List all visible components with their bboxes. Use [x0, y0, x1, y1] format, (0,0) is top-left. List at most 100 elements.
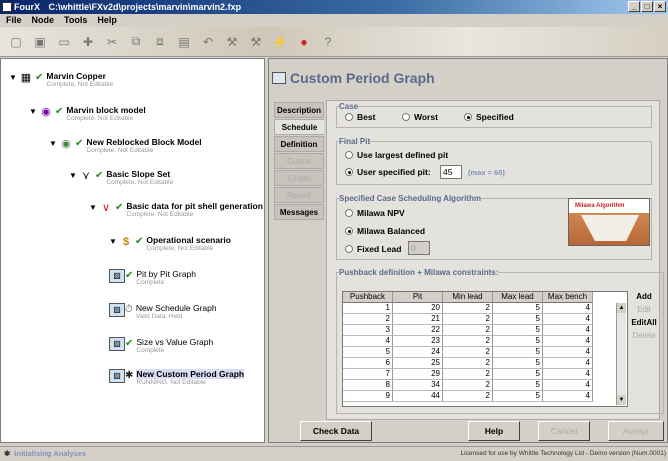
table-cell[interactable]: 5	[493, 314, 543, 325]
table-cell[interactable]: 4	[543, 325, 593, 336]
table-cell[interactable]: 2	[443, 336, 493, 347]
table-cell[interactable]: 4	[543, 391, 593, 402]
milawa-balanced-radio[interactable]: Milawa Balanced	[345, 226, 425, 236]
cut-icon[interactable]: ✂	[104, 34, 120, 50]
table-cell[interactable]: 34	[393, 380, 443, 391]
expand-icon[interactable]: ▼	[69, 171, 79, 180]
table-cell[interactable]: 2	[443, 303, 493, 314]
table-cell[interactable]: 5	[343, 347, 393, 358]
table-cell[interactable]: 2	[443, 347, 493, 358]
table-cell[interactable]: 4	[543, 380, 593, 391]
tree-node-marvin-copper[interactable]: ▼ ▦ ✔ Marvin Copper Complete, Not Editable	[9, 71, 113, 89]
user-pit-radio[interactable]: User specified pit:	[345, 167, 431, 177]
expand-icon[interactable]: ▼	[89, 203, 99, 212]
case-best-radio[interactable]: Best	[345, 112, 375, 122]
tree-node-slope-set[interactable]: ▼ ⋎ ✔ Basic Slope Set Complete, Not Editab…	[69, 169, 173, 187]
table-cell[interactable]: 4	[543, 314, 593, 325]
table-row[interactable]: 9 44 2 5 4	[343, 391, 627, 402]
expand-icon[interactable]: ▼	[49, 139, 59, 148]
table-cell[interactable]: 6	[343, 358, 393, 369]
run-all-icon[interactable]: ⚒	[248, 34, 264, 50]
table-row[interactable]: 4 23 2 5 4	[343, 336, 627, 347]
minimize-button[interactable]: _	[628, 1, 640, 12]
scroll-down-icon[interactable]: ▼	[617, 395, 626, 405]
table-cell[interactable]: 4	[343, 336, 393, 347]
col-header[interactable]: Max lead	[493, 292, 543, 303]
table-cell[interactable]: 4	[543, 347, 593, 358]
table-cell[interactable]: 1	[343, 303, 393, 314]
maximize-button[interactable]: □	[641, 1, 653, 12]
expand-icon[interactable]: ▼	[9, 73, 19, 82]
table-cell[interactable]: 8	[343, 380, 393, 391]
table-scrollbar[interactable]: ▲ ▼	[616, 303, 626, 405]
add-node-icon[interactable]: ✚	[80, 34, 96, 50]
table-cell[interactable]: 20	[393, 303, 443, 314]
menu-help[interactable]: Help	[97, 14, 117, 27]
table-cell[interactable]: 4	[543, 358, 593, 369]
tab-description[interactable]: Description	[274, 102, 324, 118]
table-row[interactable]: 5 24 2 5 4	[343, 347, 627, 358]
table-cell[interactable]: 3	[343, 325, 393, 336]
table-cell[interactable]: 4	[543, 336, 593, 347]
table-cell[interactable]: 2	[443, 369, 493, 380]
table-cell[interactable]: 5	[493, 369, 543, 380]
tree-node-operational-scenario[interactable]: ▼ $ ✔ Operational scenario Complete, Not E…	[109, 235, 231, 253]
table-cell[interactable]: 5	[493, 358, 543, 369]
copy-icon[interactable]: ⧉	[128, 34, 144, 50]
runner-icon[interactable]: ●	[296, 34, 312, 50]
run-icon[interactable]: ⚒	[224, 34, 240, 50]
scroll-up-icon[interactable]: ▲	[617, 303, 626, 313]
user-pit-input[interactable]: 45	[440, 165, 462, 179]
stop-run-icon[interactable]: ⚡	[272, 34, 288, 50]
table-cell[interactable]: 2	[443, 325, 493, 336]
milawa-npv-radio[interactable]: Milawa NPV	[345, 208, 405, 218]
table-cell[interactable]: 5	[493, 347, 543, 358]
case-worst-radio[interactable]: Worst	[402, 112, 438, 122]
table-row[interactable]: 2 21 2 5 4	[343, 314, 627, 325]
table-cell[interactable]: 2	[443, 380, 493, 391]
paste-icon[interactable]: ⧈	[152, 34, 168, 50]
table-cell[interactable]: 25	[393, 358, 443, 369]
table-row[interactable]: 1 20 2 5 4	[343, 303, 627, 314]
tree-node-schedule-graph[interactable]: ▨ ⏱ New Schedule Graph Valid Data, Held	[109, 303, 217, 321]
check-data-button[interactable]: Check Data	[300, 421, 372, 441]
tree-node-size-vs-value-graph[interactable]: ▨ ✔ Size vs Value Graph Complete	[109, 337, 213, 355]
table-cell[interactable]: 21	[393, 314, 443, 325]
table-cell[interactable]: 5	[493, 325, 543, 336]
table-row[interactable]: 7 29 2 5 4	[343, 369, 627, 380]
add-button[interactable]: Add	[630, 291, 658, 303]
table-cell[interactable]: 7	[343, 369, 393, 380]
table-cell[interactable]: 4	[543, 303, 593, 314]
table-cell[interactable]: 2	[443, 358, 493, 369]
expand-icon[interactable]: ▼	[109, 237, 119, 246]
table-cell[interactable]: 44	[393, 391, 443, 402]
table-row[interactable]: 8 34 2 5 4	[343, 380, 627, 391]
close-button[interactable]: ×	[654, 1, 666, 12]
col-header[interactable]: Pit	[393, 292, 443, 303]
tab-schedule[interactable]: Schedule	[274, 119, 324, 135]
new-icon[interactable]: ▢	[8, 34, 24, 50]
table-cell[interactable]: 5	[493, 391, 543, 402]
tree-node-pit-by-pit-graph[interactable]: ▨ ✔ Pit by Pit Graph Complete	[109, 269, 196, 287]
col-header[interactable]: Pushback	[343, 292, 393, 303]
largest-pit-radio[interactable]: Use largest defined pit	[345, 150, 448, 160]
menu-tools[interactable]: Tools	[64, 14, 87, 27]
tab-definition[interactable]: Definition	[274, 136, 324, 152]
table-cell[interactable]: 2	[343, 314, 393, 325]
case-specified-radio[interactable]: Specified	[464, 112, 514, 122]
undo-icon[interactable]: ↶	[200, 34, 216, 50]
table-cell[interactable]: 2	[443, 391, 493, 402]
edit-all-button[interactable]: EditAll	[630, 317, 658, 329]
menu-node[interactable]: Node	[32, 14, 55, 27]
delete-icon[interactable]: ▤	[176, 34, 192, 50]
save-icon[interactable]: ▣	[32, 34, 48, 50]
fixed-lead-radio[interactable]: Fixed Lead	[345, 244, 401, 254]
menu-file[interactable]: File	[6, 14, 22, 27]
expand-icon[interactable]: ▼	[29, 107, 39, 116]
tree-node-pit-shell-data[interactable]: ▼ ∨ ✔ Basic data for pit shell generation…	[89, 201, 263, 219]
table-cell[interactable]: 2	[443, 314, 493, 325]
tab-messages[interactable]: Messages	[274, 204, 324, 220]
open-folder-icon[interactable]: ▭	[56, 34, 72, 50]
col-header[interactable]: Max bench	[543, 292, 593, 303]
table-cell[interactable]: 5	[493, 303, 543, 314]
